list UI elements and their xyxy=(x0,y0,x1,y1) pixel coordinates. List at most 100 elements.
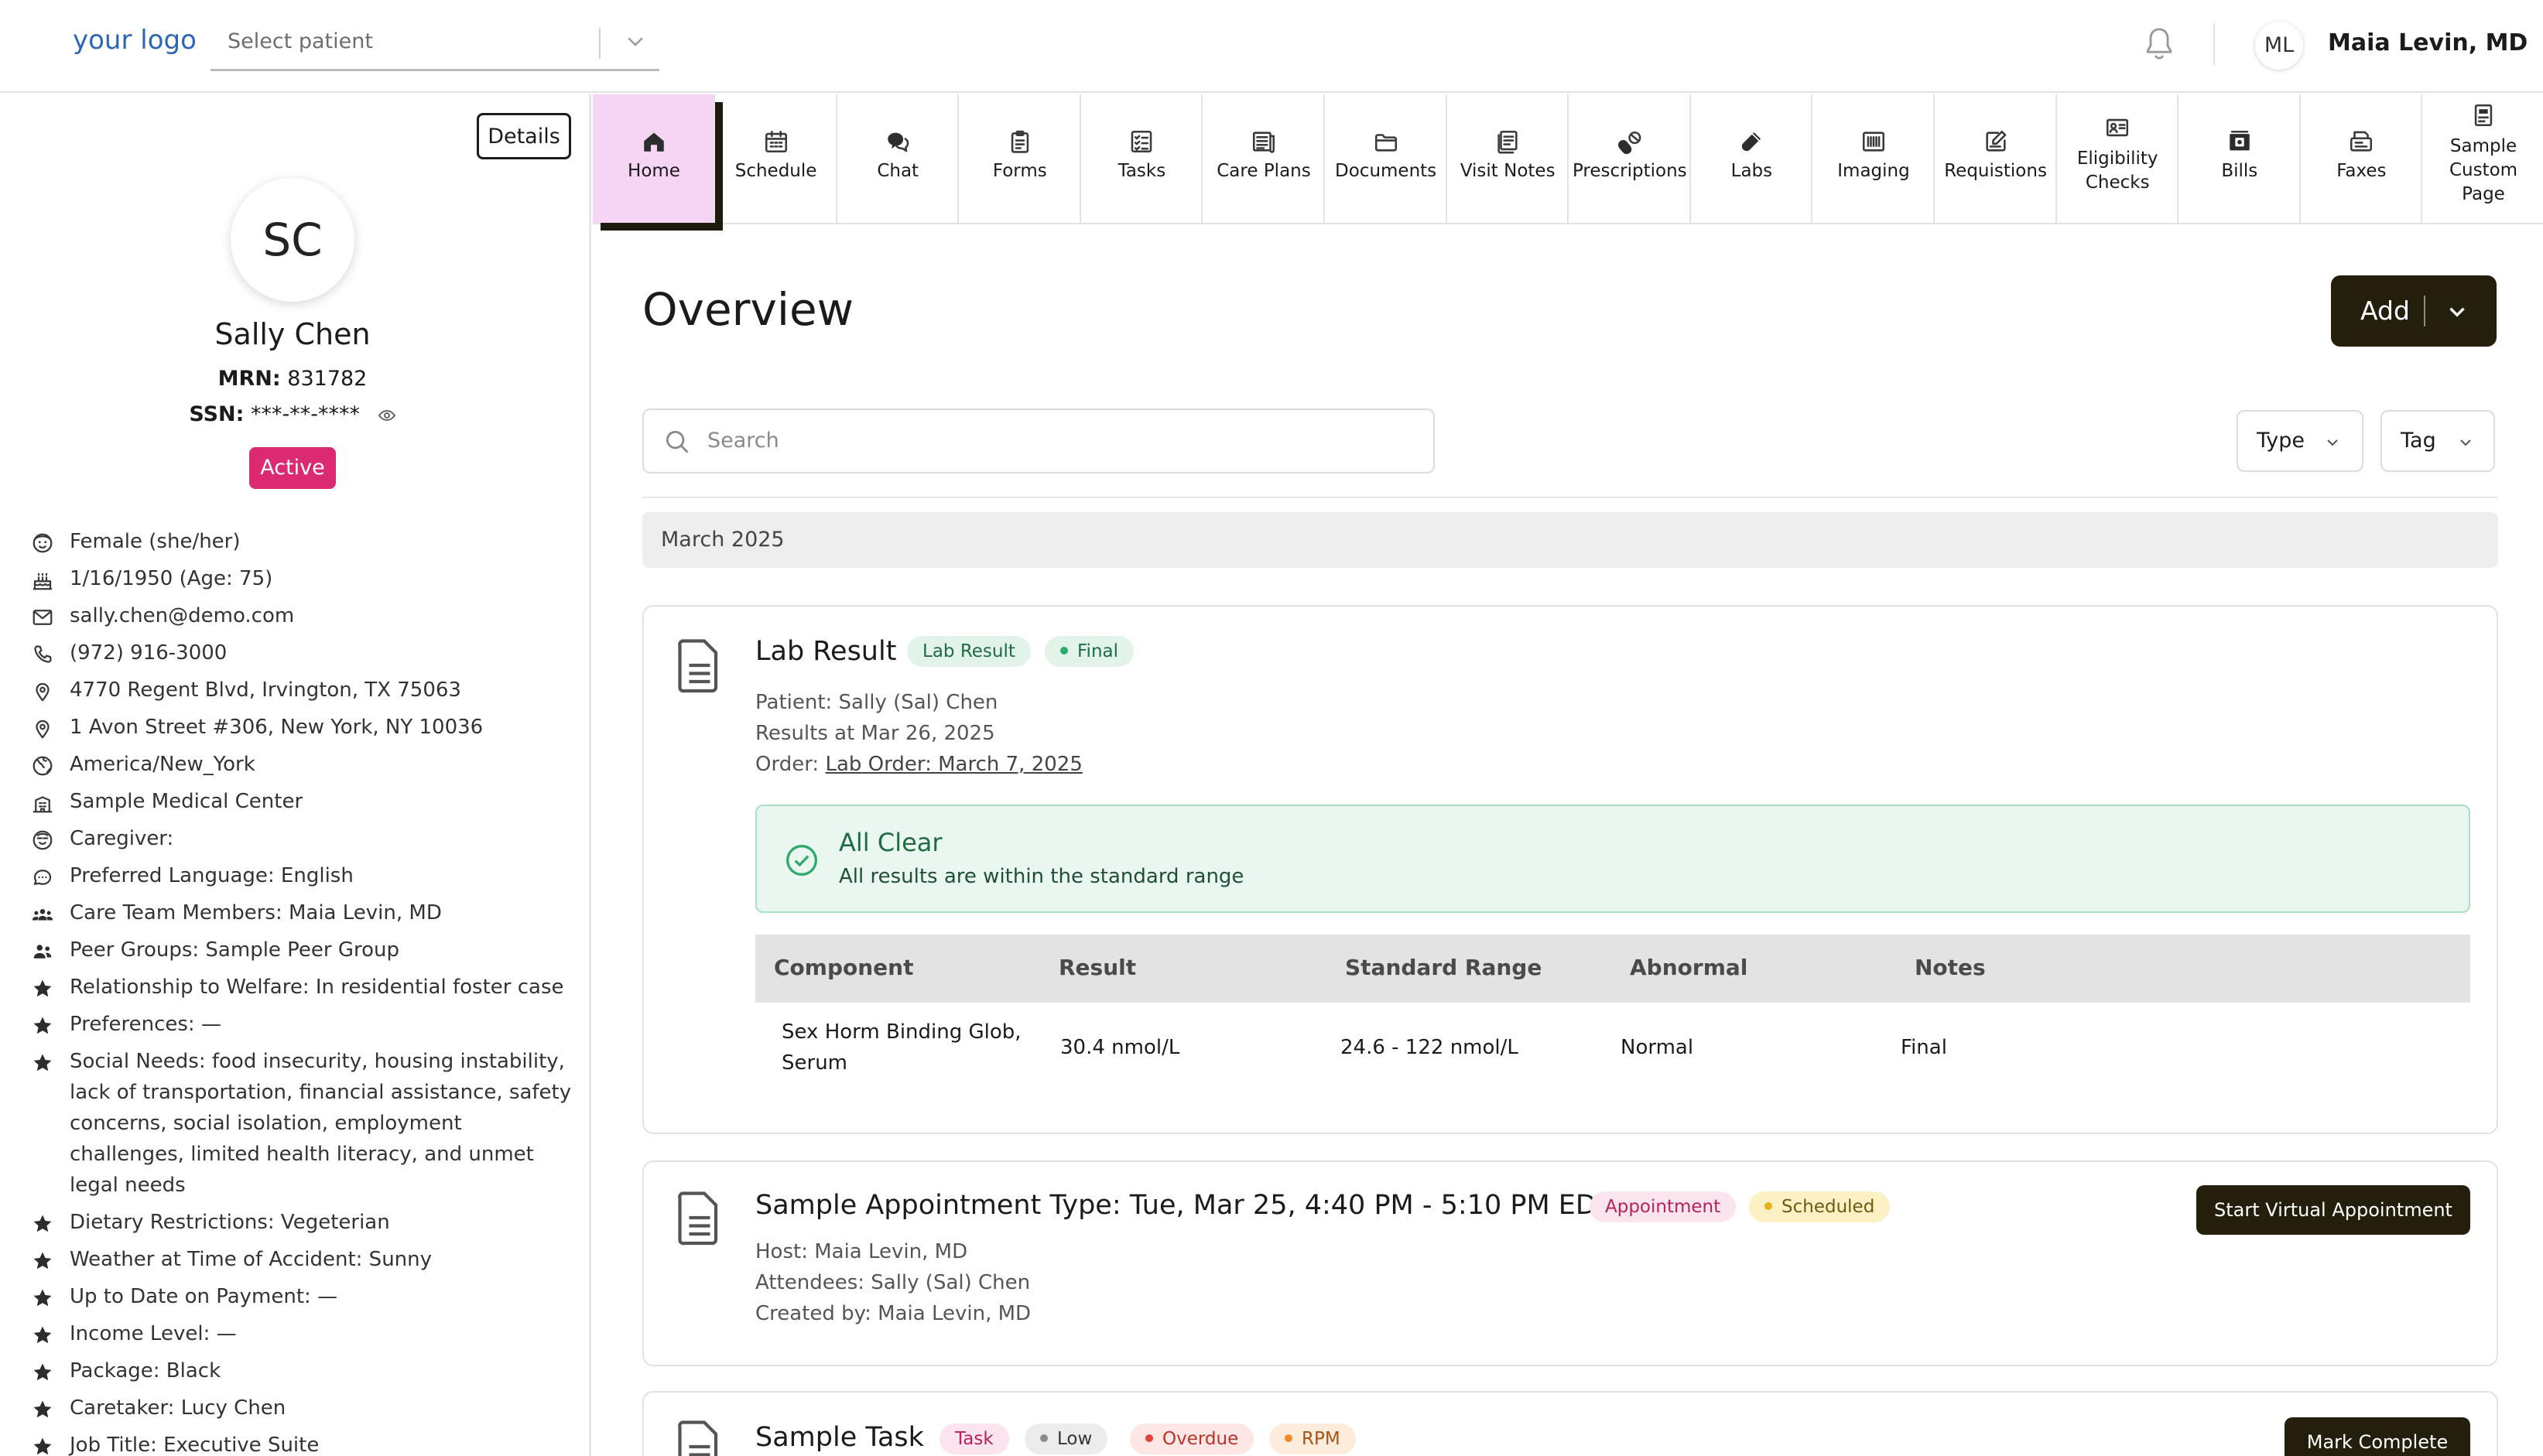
tab-home[interactable]: Home xyxy=(593,94,715,223)
patient-ssn: SSN: ***-**-**** xyxy=(0,402,585,426)
patient-select[interactable]: Select patient xyxy=(210,15,659,71)
gender-icon xyxy=(33,533,53,553)
tab-imaging[interactable]: Imaging xyxy=(1812,94,1935,223)
patient-info-text: Care Team Members: Maia Levin, MD xyxy=(70,901,442,925)
patient-info-list: Female (she/her) 1/16/1950 (Age: 75) sally… xyxy=(31,526,573,1456)
chevron-down-icon[interactable] xyxy=(2444,299,2470,325)
tab-visit-notes[interactable]: Visit Notes xyxy=(1446,94,1569,223)
patient-info-item: Dietary Restrictions: Vegeterian xyxy=(31,1207,573,1238)
task-card[interactable]: Sample Task Task Low Overdue RPM Mark Co… xyxy=(642,1391,2498,1456)
lab-icon xyxy=(1742,132,1761,152)
tab-label: Requistions xyxy=(1944,161,2047,181)
tag-filter[interactable]: Tag xyxy=(2380,410,2495,472)
tab-chat[interactable]: Chat xyxy=(837,94,960,223)
patient-info-item: (972) 916-3000 xyxy=(31,637,573,668)
document-icon xyxy=(678,639,718,693)
details-button[interactable]: Details xyxy=(477,113,571,159)
tab-faxes[interactable]: Faxes xyxy=(2300,94,2423,223)
building-icon xyxy=(33,796,53,813)
patient-info-item: Caregiver: xyxy=(31,823,573,854)
add-button[interactable]: Add xyxy=(2331,275,2497,347)
patient-info-item: Income Level: — xyxy=(31,1318,573,1349)
host-line: Host: Maia Levin, MD xyxy=(755,1240,968,1263)
chevron-down-icon[interactable] xyxy=(624,29,647,53)
mrn-label: MRN: xyxy=(217,367,281,391)
tab-forms[interactable]: Forms xyxy=(959,94,1081,223)
tab-label: Bills xyxy=(2221,161,2258,181)
results-date: Results at Mar 26, 2025 xyxy=(755,722,995,745)
type-filter[interactable]: Type xyxy=(2237,410,2363,472)
checklist-icon xyxy=(1131,130,1152,153)
patient-info-text: America/New_York xyxy=(70,753,255,776)
tab-tasks[interactable]: Tasks xyxy=(1080,94,1203,223)
mark-complete-button[interactable]: Mark Complete xyxy=(2285,1417,2470,1456)
order-link[interactable]: Lab Order: March 7, 2025 xyxy=(825,753,1082,776)
eye-icon[interactable] xyxy=(378,406,396,425)
status-badge: Active xyxy=(249,447,336,489)
fax-icon xyxy=(2350,131,2373,152)
patient-info-item: Sample Medical Center xyxy=(31,786,573,817)
tab-eligibility-checks[interactable]: Eligibility Checks xyxy=(2056,94,2179,223)
patient-info-text: Caretaker: Lucy Chen xyxy=(70,1396,286,1420)
page-title: Overview xyxy=(642,283,854,336)
tab-label: Sample Custom Page xyxy=(2449,136,2518,204)
tag-overdue: Overdue xyxy=(1130,1424,1254,1454)
tab-labs[interactable]: Labs xyxy=(1690,94,1813,223)
patient-info-item: Package: Black xyxy=(31,1355,573,1386)
patient-info-text: Preferences: — xyxy=(70,1013,221,1036)
document-icon xyxy=(678,1191,718,1246)
tab-label: Imaging xyxy=(1837,161,1910,181)
location-pin-icon xyxy=(36,719,50,739)
peer-group-icon xyxy=(33,945,52,959)
tab-label: Schedule xyxy=(734,161,817,181)
pills-icon xyxy=(1617,131,1641,155)
tab-schedule[interactable]: Schedule xyxy=(715,94,837,223)
patient-select-placeholder: Select patient xyxy=(228,29,373,53)
table-header: Component Result Standard Range Abnormal… xyxy=(755,935,2470,1003)
bell-icon[interactable] xyxy=(2142,26,2176,63)
status-dot xyxy=(1145,1434,1153,1442)
mrn-value: 831782 xyxy=(287,367,368,391)
column-header: Component xyxy=(774,955,914,980)
appointment-card[interactable]: Sample Appointment Type: Tue, Mar 25, 4:… xyxy=(642,1160,2498,1366)
patient-info-item: 1/16/1950 (Age: 75) xyxy=(31,563,573,594)
patient-info-text: Up to Date on Payment: — xyxy=(70,1285,338,1308)
chevron-down-icon xyxy=(2327,439,2338,446)
tab-label: Forms xyxy=(992,161,1047,181)
patient-info-item: Social Needs: food insecurity, housing i… xyxy=(31,1046,573,1201)
search-input[interactable]: Search xyxy=(642,408,1435,473)
add-button-label: Add xyxy=(2360,296,2410,326)
user-avatar[interactable]: ML xyxy=(2255,22,2303,70)
tab-sample-custom-page[interactable]: Sample Custom Page xyxy=(2422,94,2543,223)
patient-info-item: Up to Date on Payment: — xyxy=(31,1281,573,1312)
tab-bills[interactable]: Bills xyxy=(2178,94,2301,223)
column-header: Result xyxy=(1059,955,1137,980)
tag-label: Low xyxy=(1057,1429,1093,1449)
cell-notes: Final xyxy=(1901,1036,1947,1059)
lab-result-card[interactable]: Lab Result Lab Result Final Patient: Sal… xyxy=(642,605,2498,1134)
tab-documents[interactable]: Documents xyxy=(1325,94,1447,223)
patient-info-item: 1 Avon Street #306, New York, NY 10036 xyxy=(31,712,573,743)
tag-label: Overdue xyxy=(1162,1429,1239,1449)
patient-avatar: SC xyxy=(231,178,354,302)
tag-appointment: Appointment xyxy=(1590,1191,1737,1222)
order-label: Order: xyxy=(755,753,820,776)
patient-info-text: Job Title: Executive Suite xyxy=(70,1434,320,1456)
tab-prescriptions[interactable]: Prescriptions xyxy=(1569,94,1691,223)
tab-requistions[interactable]: Requistions xyxy=(1935,94,2057,223)
star-icon xyxy=(33,1326,52,1344)
tag-task: Task xyxy=(940,1424,1009,1454)
tag-scheduled: Scheduled xyxy=(1749,1191,1891,1222)
logo[interactable]: your logo xyxy=(73,25,197,56)
select-divider xyxy=(599,28,601,59)
tab-care-plans[interactable]: Care Plans xyxy=(1203,94,1325,223)
order-line: Order: Lab Order: March 7, 2025 xyxy=(755,749,1083,780)
status-dot xyxy=(1060,646,1068,655)
cell-range: 24.6 - 122 nmol/L xyxy=(1340,1036,1518,1059)
bill-icon xyxy=(2230,130,2250,151)
id-card-icon xyxy=(2107,118,2129,137)
start-virtual-appointment-button[interactable]: Start Virtual Appointment xyxy=(2196,1185,2470,1235)
user-name[interactable]: Maia Levin, MD xyxy=(2328,29,2528,56)
star-icon xyxy=(33,979,52,997)
birthday-icon xyxy=(33,572,53,590)
